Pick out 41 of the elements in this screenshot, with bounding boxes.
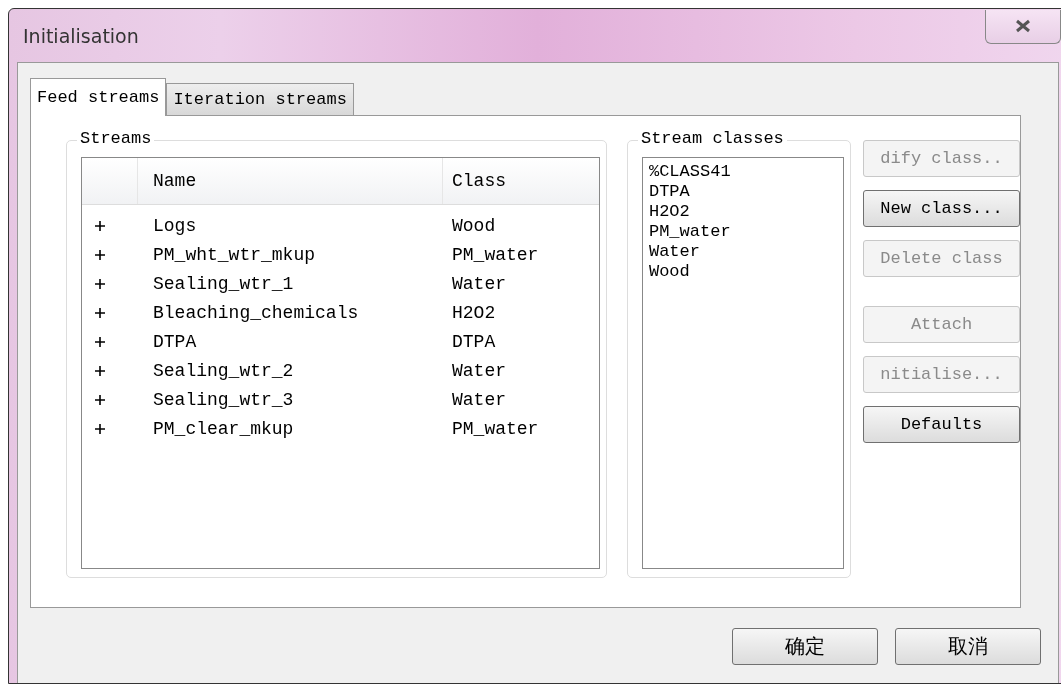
- stream-name[interactable]: Sealing_wtr_1: [138, 273, 443, 294]
- stream-name[interactable]: Sealing_wtr_2: [138, 360, 443, 381]
- stream-name[interactable]: PM_wht_wtr_mkup: [138, 244, 443, 265]
- expand-icon[interactable]: [94, 422, 106, 435]
- class-item[interactable]: PM_water: [648, 222, 731, 242]
- side-button[interactable]: Defaults: [863, 406, 1020, 443]
- expand-icon[interactable]: [94, 248, 106, 261]
- class-item[interactable]: Water: [648, 242, 700, 262]
- stream-class[interactable]: PM_water: [443, 418, 539, 439]
- column-header[interactable]: Class: [443, 171, 506, 191]
- class-item[interactable]: %CLASS41: [648, 162, 731, 182]
- stream-class[interactable]: H2O2: [443, 302, 496, 323]
- expand-icon[interactable]: [94, 335, 106, 348]
- stream-class[interactable]: PM_water: [443, 244, 539, 265]
- class-item[interactable]: Wood: [648, 262, 690, 282]
- stream-class[interactable]: Water: [443, 389, 506, 410]
- expand-icon[interactable]: [94, 306, 106, 319]
- tab[interactable]: Feed streams: [30, 78, 167, 116]
- stream-class[interactable]: Water: [443, 360, 506, 381]
- stream-class[interactable]: Wood: [443, 215, 496, 236]
- stream-name[interactable]: PM_clear_mkup: [138, 418, 443, 439]
- close-icon: [1014, 19, 1032, 33]
- stream-class[interactable]: DTPA: [443, 331, 496, 352]
- class-item[interactable]: H2O2: [648, 202, 690, 222]
- class-item[interactable]: DTPA: [648, 182, 690, 202]
- dialog-button[interactable]: 取消: [895, 628, 1041, 665]
- column-header[interactable]: Name: [138, 158, 443, 204]
- stream-name[interactable]: Logs: [138, 215, 443, 236]
- stream-class[interactable]: Water: [443, 273, 506, 294]
- stream-name[interactable]: Bleaching_chemicals: [138, 302, 443, 323]
- expand-icon[interactable]: [94, 393, 106, 406]
- tab[interactable]: Iteration streams: [166, 83, 354, 115]
- stream-name[interactable]: DTPA: [138, 331, 443, 352]
- side-button[interactable]: New class...: [863, 190, 1020, 227]
- expand-icon[interactable]: [94, 219, 106, 232]
- expand-icon[interactable]: [94, 277, 106, 290]
- close-button[interactable]: [985, 9, 1061, 44]
- dialog-button[interactable]: 确定: [732, 628, 878, 665]
- expand-icon[interactable]: [94, 364, 106, 377]
- window-title: Initialisation: [22, 24, 139, 47]
- stream-name[interactable]: Sealing_wtr_3: [138, 389, 443, 410]
